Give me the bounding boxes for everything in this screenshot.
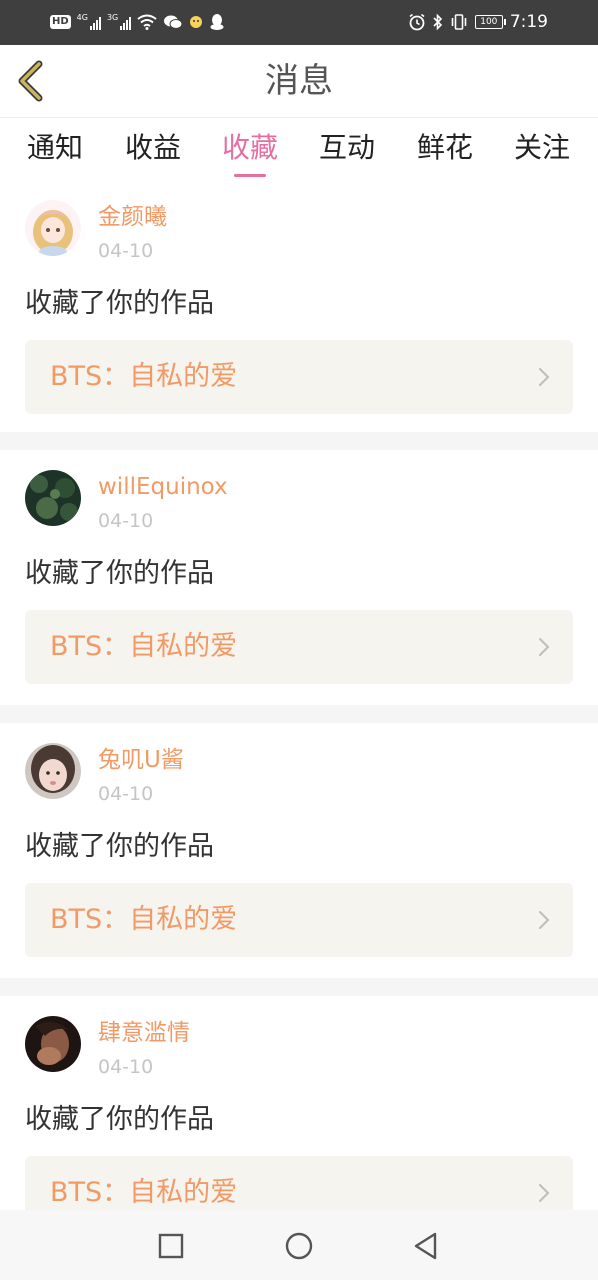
bluetooth-icon — [433, 13, 442, 31]
active-tab-indicator — [234, 174, 266, 177]
work-link-card[interactable]: BTS：自私的爱 — [25, 883, 573, 957]
message-date: 04-10 — [98, 783, 154, 805]
wifi-icon — [137, 14, 157, 30]
status-left: HD 4G 3G — [50, 10, 225, 34]
cellular-signal-icon: 4G — [77, 14, 101, 30]
cellular-signal-icon: 3G — [106, 13, 132, 30]
list-item: 肆意滥情 04-10 收藏了你的作品 BTS：自私的爱 — [0, 996, 598, 1210]
chevron-right-icon — [539, 911, 550, 929]
chevron-right-icon — [539, 368, 550, 386]
recents-button[interactable] — [151, 1226, 191, 1266]
message-list: 金颜曦 04-10 收藏了你的作品 BTS：自私的爱 willEquinox 0… — [0, 180, 598, 1210]
hd-badge: HD — [50, 15, 71, 29]
avatar[interactable] — [25, 1016, 81, 1072]
tab-following[interactable]: 关注 — [497, 128, 587, 174]
tab-earnings[interactable]: 收益 — [108, 128, 198, 174]
recents-square-icon — [158, 1233, 184, 1259]
alarm-icon — [409, 13, 425, 31]
work-link-card[interactable]: BTS：自私的爱 — [25, 610, 573, 684]
vibrate-icon — [451, 14, 467, 30]
action-text: 收藏了你的作品 — [25, 831, 214, 862]
chevron-right-icon — [539, 638, 550, 656]
home-button[interactable] — [279, 1226, 319, 1266]
home-circle-icon — [285, 1232, 313, 1260]
list-item: 兔叽U酱 04-10 收藏了你的作品 BTS：自私的爱 — [0, 723, 598, 978]
tab-bar: 通知 收益 收藏 互动 鲜花 关注 — [0, 118, 598, 180]
battery-icon: 100 — [474, 15, 506, 29]
user-name[interactable]: 肆意滥情 — [98, 1018, 190, 1048]
message-date: 04-10 — [98, 1056, 154, 1078]
back-triangle-icon — [414, 1232, 437, 1260]
tab-notifications[interactable]: 通知 — [10, 128, 100, 174]
work-title: BTS：自私的爱 — [50, 1177, 238, 1208]
work-link-card[interactable]: BTS：自私的爱 — [25, 1156, 573, 1210]
system-nav-bar — [0, 1210, 598, 1280]
qq-icon — [210, 14, 224, 30]
assistant-icon — [190, 16, 203, 28]
list-item: willEquinox 04-10 收藏了你的作品 BTS：自私的爱 — [0, 450, 598, 705]
back-nav-button[interactable] — [406, 1226, 446, 1266]
message-date: 04-10 — [98, 240, 154, 262]
tab-favorites[interactable]: 收藏 — [205, 128, 295, 174]
avatar[interactable] — [25, 470, 81, 526]
action-text: 收藏了你的作品 — [25, 288, 214, 319]
page-title: 消息 — [265, 61, 333, 101]
list-item: 金颜曦 04-10 收藏了你的作品 BTS：自私的爱 — [0, 180, 598, 432]
work-title: BTS：自私的爱 — [50, 904, 238, 935]
tab-flowers[interactable]: 鲜花 — [400, 128, 490, 174]
chevron-right-icon — [539, 1184, 550, 1202]
status-right: 100 7:19 — [408, 10, 548, 34]
network-type-label: 4G — [76, 13, 88, 22]
status-bar: HD 4G 3G 100 7:19 — [0, 0, 598, 45]
action-text: 收藏了你的作品 — [25, 558, 214, 589]
work-title: BTS：自私的爱 — [50, 361, 238, 392]
work-title: BTS：自私的爱 — [50, 631, 238, 662]
user-name[interactable]: 兔叽U酱 — [98, 745, 184, 775]
avatar[interactable] — [25, 743, 81, 799]
work-link-card[interactable]: BTS：自私的爱 — [25, 340, 573, 414]
message-date: 04-10 — [98, 510, 154, 532]
wechat-icon — [164, 15, 183, 29]
tab-interactions[interactable]: 互动 — [302, 128, 392, 174]
action-text: 收藏了你的作品 — [25, 1104, 214, 1135]
network-type-label: 3G — [106, 13, 119, 22]
avatar[interactable] — [25, 200, 81, 256]
user-name[interactable]: 金颜曦 — [98, 202, 167, 232]
clock: 7:19 — [509, 12, 548, 32]
user-name[interactable]: willEquinox — [98, 472, 228, 502]
header: 消息 — [0, 45, 598, 118]
